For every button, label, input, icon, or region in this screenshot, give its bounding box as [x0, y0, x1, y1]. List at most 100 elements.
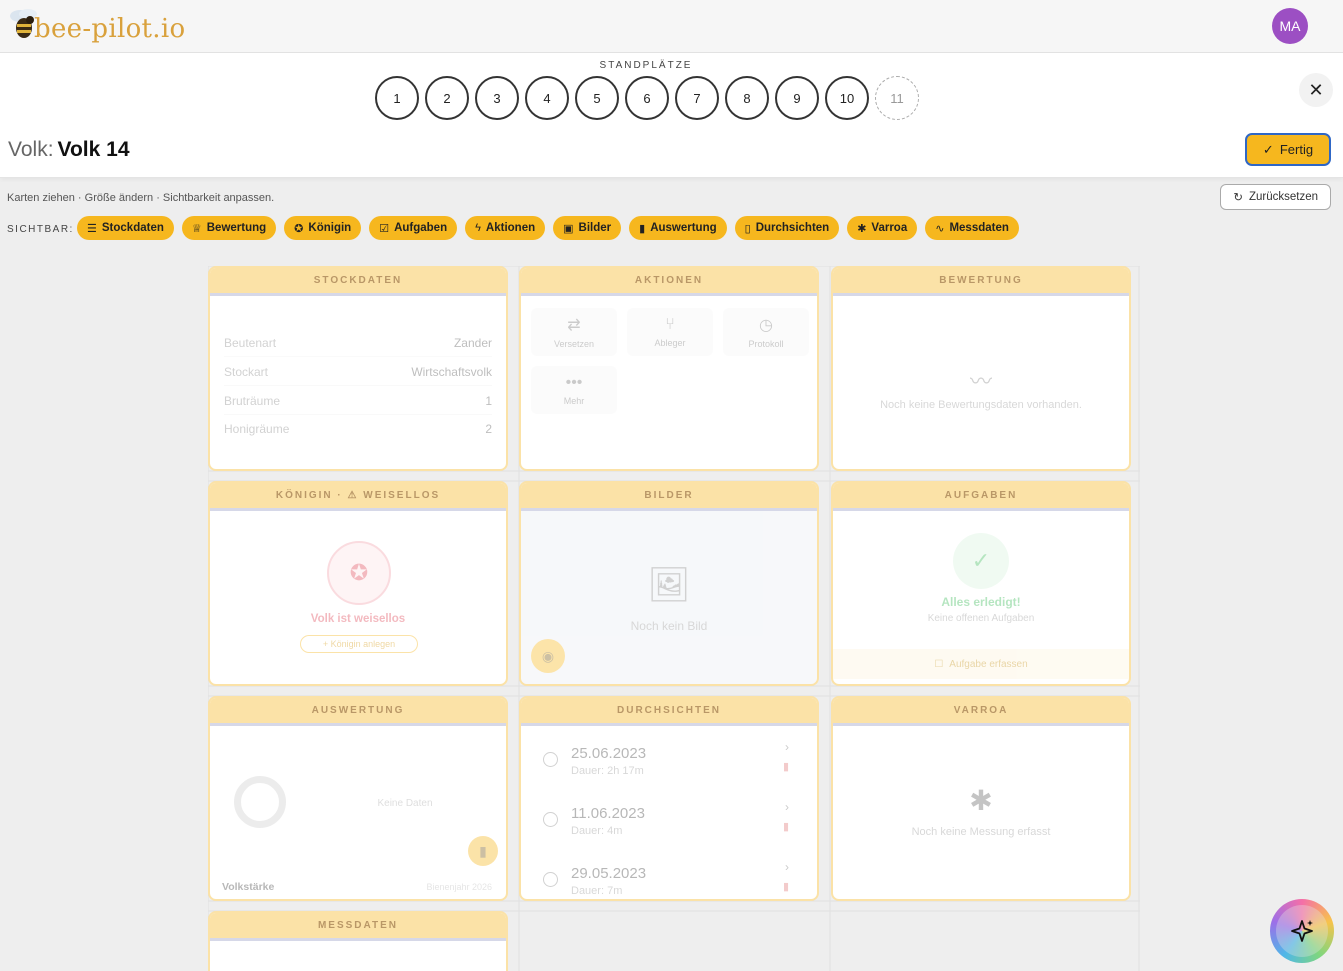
visibility-chip-bewertung[interactable]: ♕ Bewertung [181, 216, 277, 240]
card-title[interactable]: VARROA [833, 698, 1129, 726]
inspection-duration: Dauer: 4m [571, 825, 623, 837]
action-ableger-button[interactable]: ⑂ Ableger [627, 308, 713, 356]
visibility-chip-aufgaben[interactable]: ☑ Aufgaben [369, 216, 458, 240]
card-title[interactable]: BILDER [521, 483, 817, 511]
camera-button[interactable]: ◉ [531, 639, 565, 673]
standplatz-button[interactable]: 4 [525, 76, 569, 120]
trash-icon[interactable]: ▮ [783, 760, 789, 773]
card-body: 〰 Noch keine Bewertungsdaten vorhanden. [833, 296, 1129, 469]
edit-hint: Karten ziehen · Größe ändern · Sichtbark… [7, 192, 275, 204]
standplatz-button[interactable]: 2 [425, 76, 469, 120]
footer-value: Bienenjahr 2026 [426, 882, 492, 892]
chip-label: Bewertung [206, 222, 267, 234]
standplatz-button[interactable]: 5 [575, 76, 619, 120]
card-aufgaben[interactable]: AUFGABEN ✓ Alles erledigt! Keine offenen… [831, 481, 1131, 686]
chart-button[interactable]: ▮ [468, 836, 498, 866]
app-logo[interactable]: bee-pilot.io [8, 2, 185, 46]
standplaetze-label: STANDPLÄTZE [599, 60, 693, 71]
standplatz-button[interactable]: 6 [625, 76, 669, 120]
card-title[interactable]: AKTIONEN [521, 268, 817, 296]
footer-label: Volkstärke [222, 881, 275, 893]
branch-icon: ⑂ [665, 316, 675, 333]
visibility-chip-durchsichten[interactable]: ▯ Durchsichten [734, 216, 840, 240]
visibility-chip-aktionen[interactable]: ϟ Aktionen [465, 216, 546, 240]
card-auswertung[interactable]: AUSWERTUNG Keine Daten ▮ Volkstärke Bien… [208, 696, 508, 901]
empty-message: Noch kein Bild [630, 619, 708, 633]
standplaetze-selector: 1 2 3 4 5 6 7 8 9 10 11 [375, 76, 919, 120]
add-queen-button[interactable]: + Königin anlegen [300, 635, 418, 653]
chevron-right-icon[interactable]: › [785, 860, 789, 874]
empty-message: Keine Daten [377, 798, 433, 809]
inspection-date: 25.06.2023 [571, 745, 647, 762]
bee-icon [8, 6, 38, 42]
card-title[interactable]: MESSDATEN [210, 913, 506, 941]
trash-icon[interactable]: ▮ [783, 880, 789, 893]
card-title[interactable]: DURCHSICHTEN [521, 698, 817, 726]
inspection-radio[interactable] [543, 752, 558, 767]
image-placeholder-icon: 🖼 [647, 566, 691, 604]
chevron-right-icon[interactable]: › [785, 800, 789, 814]
inspection-radio[interactable] [543, 872, 558, 887]
chip-label: Durchsichten [755, 222, 830, 234]
add-task-button[interactable]: ☐ Aufgabe erfassen [833, 649, 1129, 679]
card-body: 25.06.2023 Dauer: 2h 17m › ▮ 11.06.2023 … [521, 726, 817, 899]
refresh-icon: ↻ [1233, 192, 1243, 204]
standplatz-button[interactable]: 1 [375, 76, 419, 120]
inspection-radio[interactable] [543, 812, 558, 827]
bolt-icon: ϟ [475, 222, 481, 234]
visibility-chip-königin[interactable]: ✪ Königin [284, 216, 362, 240]
stock-row: Bruträume 1 [224, 394, 492, 415]
standplatz-button[interactable]: 9 [775, 76, 819, 120]
page-title: Volk: Volk 14 [8, 138, 130, 162]
action-mehr-button[interactable]: ••• Mehr [531, 366, 617, 414]
card-aktionen[interactable]: AKTIONEN ⇄ Versetzen ⑂ Ableger ◷ Protokoll … [519, 266, 819, 471]
add-standplatz-button[interactable]: 11 [875, 76, 919, 120]
card-title[interactable]: KÖNIGIN · ⚠ WEISELLOS [210, 483, 506, 511]
card-body: ✓ Alles erledigt! Keine offenen Aufgaben… [833, 511, 1129, 684]
trash-icon[interactable]: ▮ [783, 820, 789, 833]
trend-icon: 〰 [969, 369, 992, 394]
bar-chart-icon: ▮ [479, 842, 487, 859]
card-title[interactable]: AUSWERTUNG [210, 698, 506, 726]
list-icon: ☰ [87, 222, 97, 235]
visibility-chip-varroa[interactable]: ✱ Varroa [847, 216, 918, 240]
visibility-chip-stockdaten[interactable]: ☰ Stockdaten [77, 216, 174, 240]
chevron-right-icon[interactable]: › [785, 740, 789, 754]
row-value: 1 [485, 394, 492, 408]
inspection-item[interactable]: 25.06.2023 Dauer: 2h 17m › ▮ [541, 740, 797, 790]
card-durchsichten[interactable]: DURCHSICHTEN 25.06.2023 Dauer: 2h 17m › … [519, 696, 819, 901]
standplatz-button[interactable]: 7 [675, 76, 719, 120]
action-versetzen-button[interactable]: ⇄ Versetzen [531, 308, 617, 356]
card-varroa[interactable]: VARROA ✱ Noch keine Messung erfasst [831, 696, 1131, 901]
action-protokoll-button[interactable]: ◷ Protokoll [723, 308, 809, 356]
card-title[interactable]: BEWERTUNG [833, 268, 1129, 296]
close-button[interactable]: ✕ [1299, 73, 1333, 107]
card-title[interactable]: AUFGABEN [833, 483, 1129, 511]
standplatz-button[interactable]: 3 [475, 76, 519, 120]
row-value: Wirtschaftsvolk [411, 365, 492, 379]
card-koenigin[interactable]: KÖNIGIN · ⚠ WEISELLOS ✪ Volk ist weisell… [208, 481, 508, 686]
volk-name: Volk 14 [57, 138, 130, 161]
done-button[interactable]: ✓ Fertig [1245, 133, 1331, 166]
card-bewertung[interactable]: BEWERTUNG 〰 Noch keine Bewertungsdaten v… [831, 266, 1131, 471]
more-icon: ••• [565, 374, 583, 391]
empty-message: Noch keine Bewertungsdaten vorhanden. [880, 399, 1082, 411]
add-task-label: Aufgabe erfassen [949, 658, 1028, 670]
visible-label: SICHTBAR: [7, 224, 74, 235]
volk-prefix: Volk: [8, 138, 54, 161]
reset-button[interactable]: ↻ Zurücksetzen [1220, 184, 1331, 210]
visibility-chip-auswertung[interactable]: ▮ Auswertung [629, 216, 727, 240]
card-messdaten[interactable]: MESSDATEN [208, 911, 508, 971]
inspection-item[interactable]: 29.05.2023 Dauer: 7m › ▮ [541, 860, 797, 899]
standplatz-button[interactable]: 10 [825, 76, 869, 120]
standplatz-button[interactable]: 8 [725, 76, 769, 120]
card-stockdaten[interactable]: STOCKDATEN Beutenart Zander Stockart Wirts… [208, 266, 508, 471]
card-bilder[interactable]: BILDER 🖼 Noch kein Bild ◉ [519, 481, 819, 686]
card-title[interactable]: STOCKDATEN [210, 268, 506, 296]
inspection-item[interactable]: 11.06.2023 Dauer: 4m › ▮ [541, 800, 797, 850]
ai-assistant-button[interactable] [1270, 899, 1334, 963]
card-body: ✪ Volk ist weisellos + Königin anlegen [210, 511, 506, 684]
visibility-chip-messdaten[interactable]: ∿ Messdaten [925, 216, 1019, 240]
user-avatar[interactable]: MA [1272, 8, 1308, 44]
visibility-chip-bilder[interactable]: ▣ Bilder [553, 216, 622, 240]
